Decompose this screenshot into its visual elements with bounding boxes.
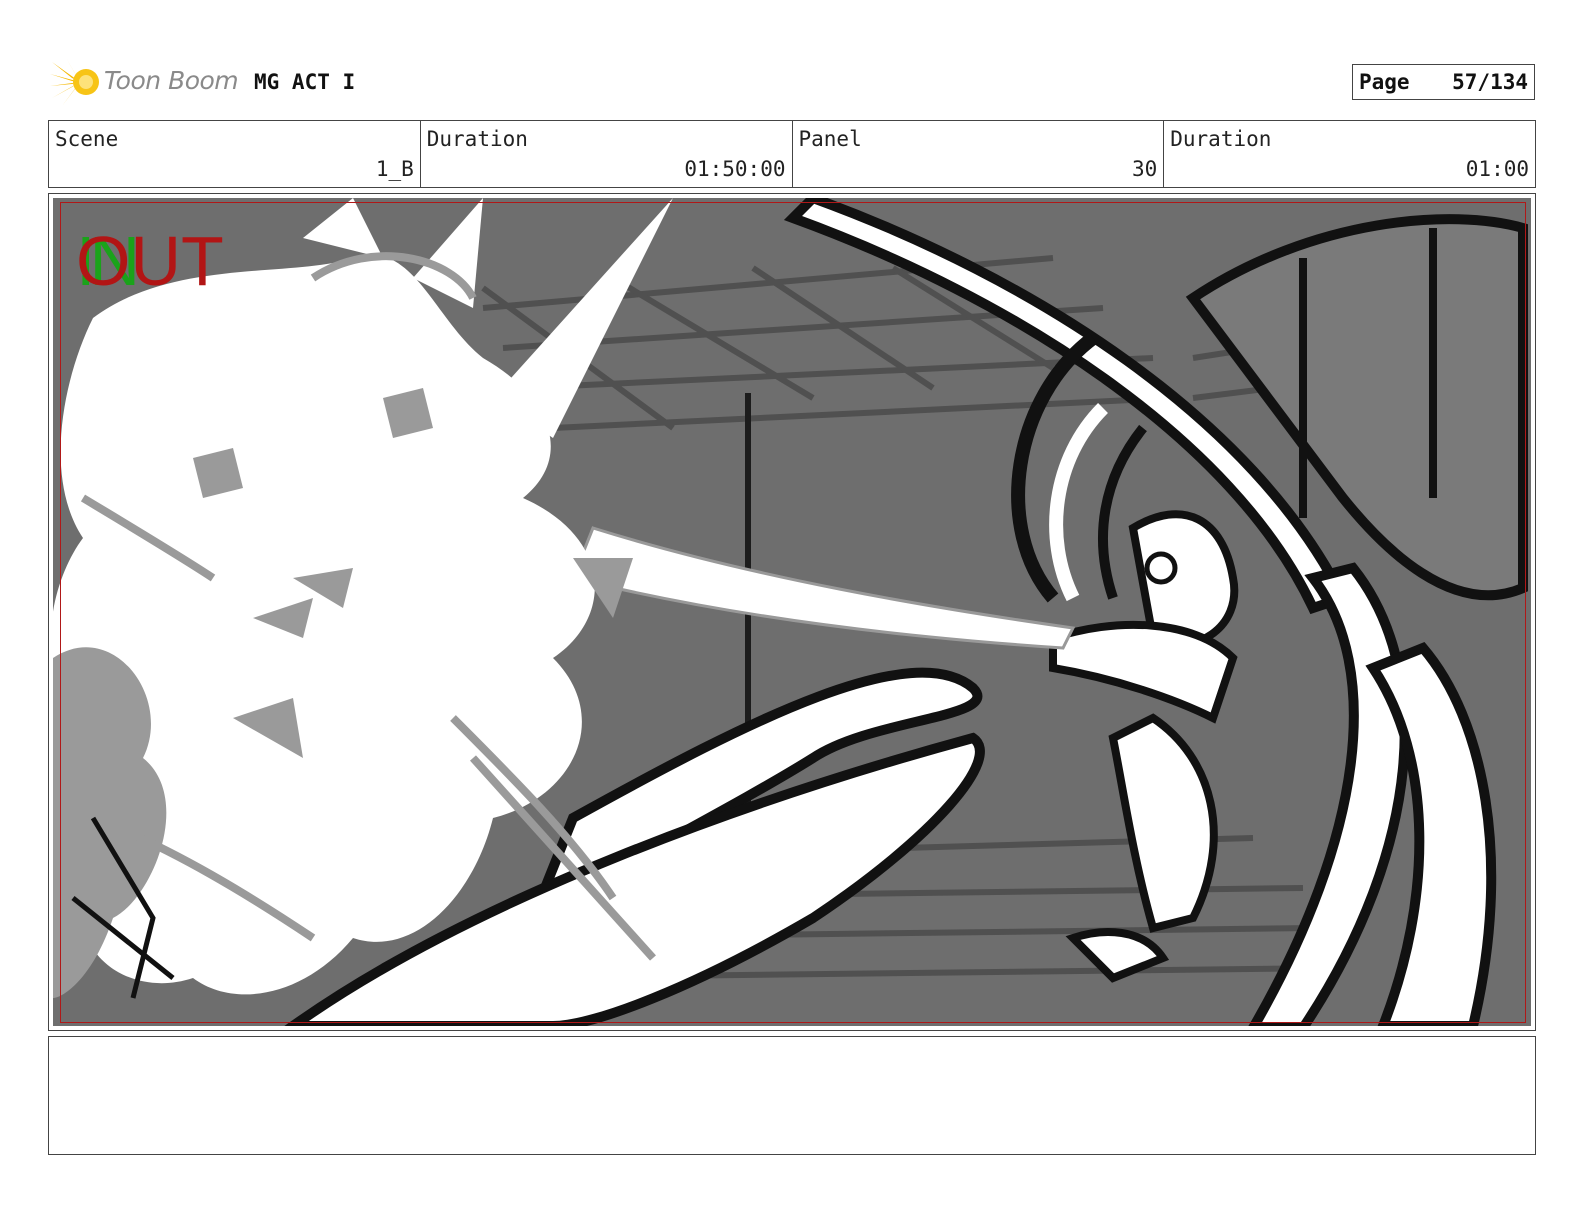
panel-label: Panel: [798, 127, 862, 151]
project-title: MG ACT I: [254, 70, 356, 94]
scene-value: 1_B: [375, 157, 414, 181]
sketch-drawing: [53, 198, 1531, 1026]
panel-value: 30: [1131, 157, 1158, 181]
page-indicator: Page 57/134: [1352, 64, 1535, 100]
panel-duration-cell: Duration 01:00: [1164, 121, 1535, 187]
toon-boom-logo: Toon Boom: [50, 56, 240, 108]
page-label: Page: [1359, 70, 1410, 94]
scene-cell: Scene 1_B: [49, 121, 421, 187]
panel-sketch: [53, 198, 1531, 1026]
panel-cell: Panel 30: [793, 121, 1165, 187]
panel-duration-value: 01:00: [1465, 157, 1529, 181]
storyboard-panel: [48, 193, 1536, 1031]
scene-duration-label: Duration: [426, 127, 528, 151]
panel-notes-box: [48, 1036, 1536, 1155]
scene-info-row: Scene 1_B Duration 01:50:00 Panel 30 Dur…: [48, 120, 1536, 188]
starburst-icon: [50, 58, 99, 106]
scene-duration-value: 01:50:00: [684, 157, 786, 181]
panel-duration-label: Duration: [1170, 127, 1272, 151]
logo-text: Toon Boom: [104, 66, 239, 95]
page-number: 57/134: [1452, 70, 1528, 94]
out-marker: OUT: [76, 222, 224, 300]
scene-label: Scene: [55, 127, 119, 151]
scene-duration-cell: Duration 01:50:00: [421, 121, 793, 187]
